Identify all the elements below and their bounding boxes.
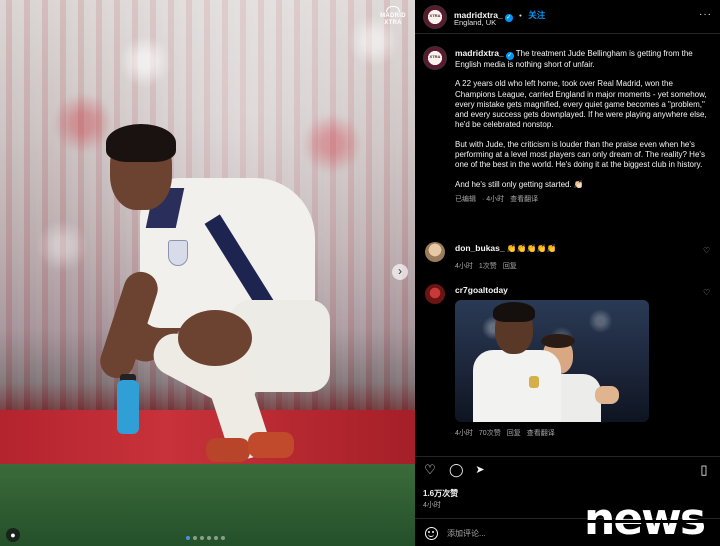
commenter-avatar[interactable]	[425, 284, 445, 304]
player-knee	[178, 310, 252, 366]
next-slide-button[interactable]: ›	[392, 264, 408, 280]
caption-meta: 已编辑 · 4小时 查看翻译	[455, 195, 707, 205]
water-bottle	[117, 380, 139, 434]
post-image[interactable]: MADRID XTRA › ●	[0, 0, 415, 546]
comment-likes[interactable]: 1次赞	[479, 263, 497, 270]
image-player-hair	[541, 334, 575, 348]
caption: madridxtra_ ✓ The treatment Jude Bellingh…	[455, 48, 707, 205]
carousel-dot	[221, 536, 225, 540]
share-send-icon[interactable]: ➤	[473, 463, 487, 477]
post-details-panel: XTRA madridxtra_ ✓ • 关注 England, UK ··· X…	[415, 0, 720, 546]
image-player-crest	[529, 376, 539, 388]
carousel-dot	[200, 536, 204, 540]
tagged-users-icon[interactable]: ●	[6, 528, 20, 542]
comment-meta: 4小时 70次赞 回复 查看翻译	[455, 428, 561, 438]
see-translation-link[interactable]: 查看翻译	[527, 430, 555, 437]
save-bookmark-icon[interactable]: ▯	[697, 463, 711, 477]
player-boot	[206, 438, 250, 462]
carousel-dot	[214, 536, 218, 540]
comment-meta: 4小时 1次赞 回复	[455, 261, 695, 271]
image-fist	[595, 386, 619, 404]
comment-image[interactable]	[455, 300, 649, 422]
comment-time: 4小时	[455, 263, 473, 270]
commenter-username[interactable]: don_bukas_	[455, 243, 505, 253]
verified-badge-icon: ✓	[505, 52, 514, 60]
caption-paragraph: But with Jude, the criticism is louder t…	[455, 139, 705, 170]
watermark-bar	[584, 520, 716, 523]
comment-time: 4小时	[455, 430, 473, 437]
post-location[interactable]: England, UK	[454, 18, 496, 27]
comment-body: don_bukas_ 👏👏👏👏👏 4小时 1次赞 回复	[455, 243, 695, 271]
reply-link[interactable]: 回复	[507, 430, 521, 437]
caption-paragraph: And he's still only getting started. 👏🏻	[455, 179, 584, 189]
post-time[interactable]: 4小时	[423, 500, 441, 510]
comment-text: 👏👏👏👏👏	[506, 244, 557, 253]
see-translation-link[interactable]: 查看翻译	[510, 196, 538, 203]
follow-button[interactable]: 关注	[528, 10, 545, 20]
carousel-dot	[193, 536, 197, 540]
verified-badge-icon: ✓	[504, 14, 513, 22]
reply-link[interactable]: 回复	[503, 263, 517, 270]
edited-label: 已编辑	[455, 195, 476, 203]
madridxtra-watermark-logo: MADRID XTRA	[378, 6, 408, 27]
crown-icon	[386, 6, 400, 12]
pitch-grass	[0, 464, 415, 546]
like-count[interactable]: 1.6万次赞	[423, 488, 458, 499]
player-boot	[248, 432, 294, 458]
post-actions-bar: ♡ ◯ ➤ ▯	[415, 456, 720, 484]
watermark-line: XTRA	[384, 20, 402, 26]
separator: •	[519, 11, 522, 20]
caption-paragraph: A 22 years old who left home, took over …	[455, 79, 707, 130]
carousel-dot	[207, 536, 211, 540]
player-crest	[168, 240, 188, 266]
comment-body: cr7goaltoday	[455, 285, 695, 295]
comment-like-icon[interactable]: ♡	[703, 288, 712, 297]
more-options-icon[interactable]: ···	[699, 9, 712, 20]
commenter-username[interactable]: cr7goaltoday	[455, 285, 508, 295]
watermark-line: MADRID	[380, 13, 406, 19]
comment-like-icon[interactable]: ♡	[703, 246, 712, 255]
caption-author-avatar[interactable]: XTRA	[423, 46, 447, 70]
carousel-dot	[186, 536, 190, 540]
caption-username[interactable]: madridxtra_	[455, 48, 504, 58]
comment-likes[interactable]: 70次赞	[479, 430, 501, 437]
emoji-icon[interactable]	[425, 527, 438, 540]
avatar-text: XTRA	[429, 54, 441, 59]
carousel-dots	[186, 536, 225, 540]
caption-time: · 4小时	[482, 195, 505, 203]
author-avatar[interactable]: XTRA	[423, 5, 447, 29]
player-hair	[106, 124, 176, 162]
like-heart-icon[interactable]: ♡	[423, 463, 437, 477]
commenter-avatar[interactable]	[425, 242, 445, 262]
image-player-body	[473, 350, 561, 422]
post-header: XTRA madridxtra_ ✓ • 关注 England, UK ···	[415, 0, 720, 34]
avatar-text: XTRA	[429, 13, 441, 18]
comments-scroll-area[interactable]: XTRA madridxtra_ ✓ The treatment Jude Bel…	[421, 44, 716, 454]
image-player-hair	[493, 302, 535, 322]
comment-bubble-icon[interactable]: ◯	[449, 463, 464, 477]
news-watermark: news	[584, 498, 716, 544]
comment-input[interactable]	[447, 526, 607, 540]
